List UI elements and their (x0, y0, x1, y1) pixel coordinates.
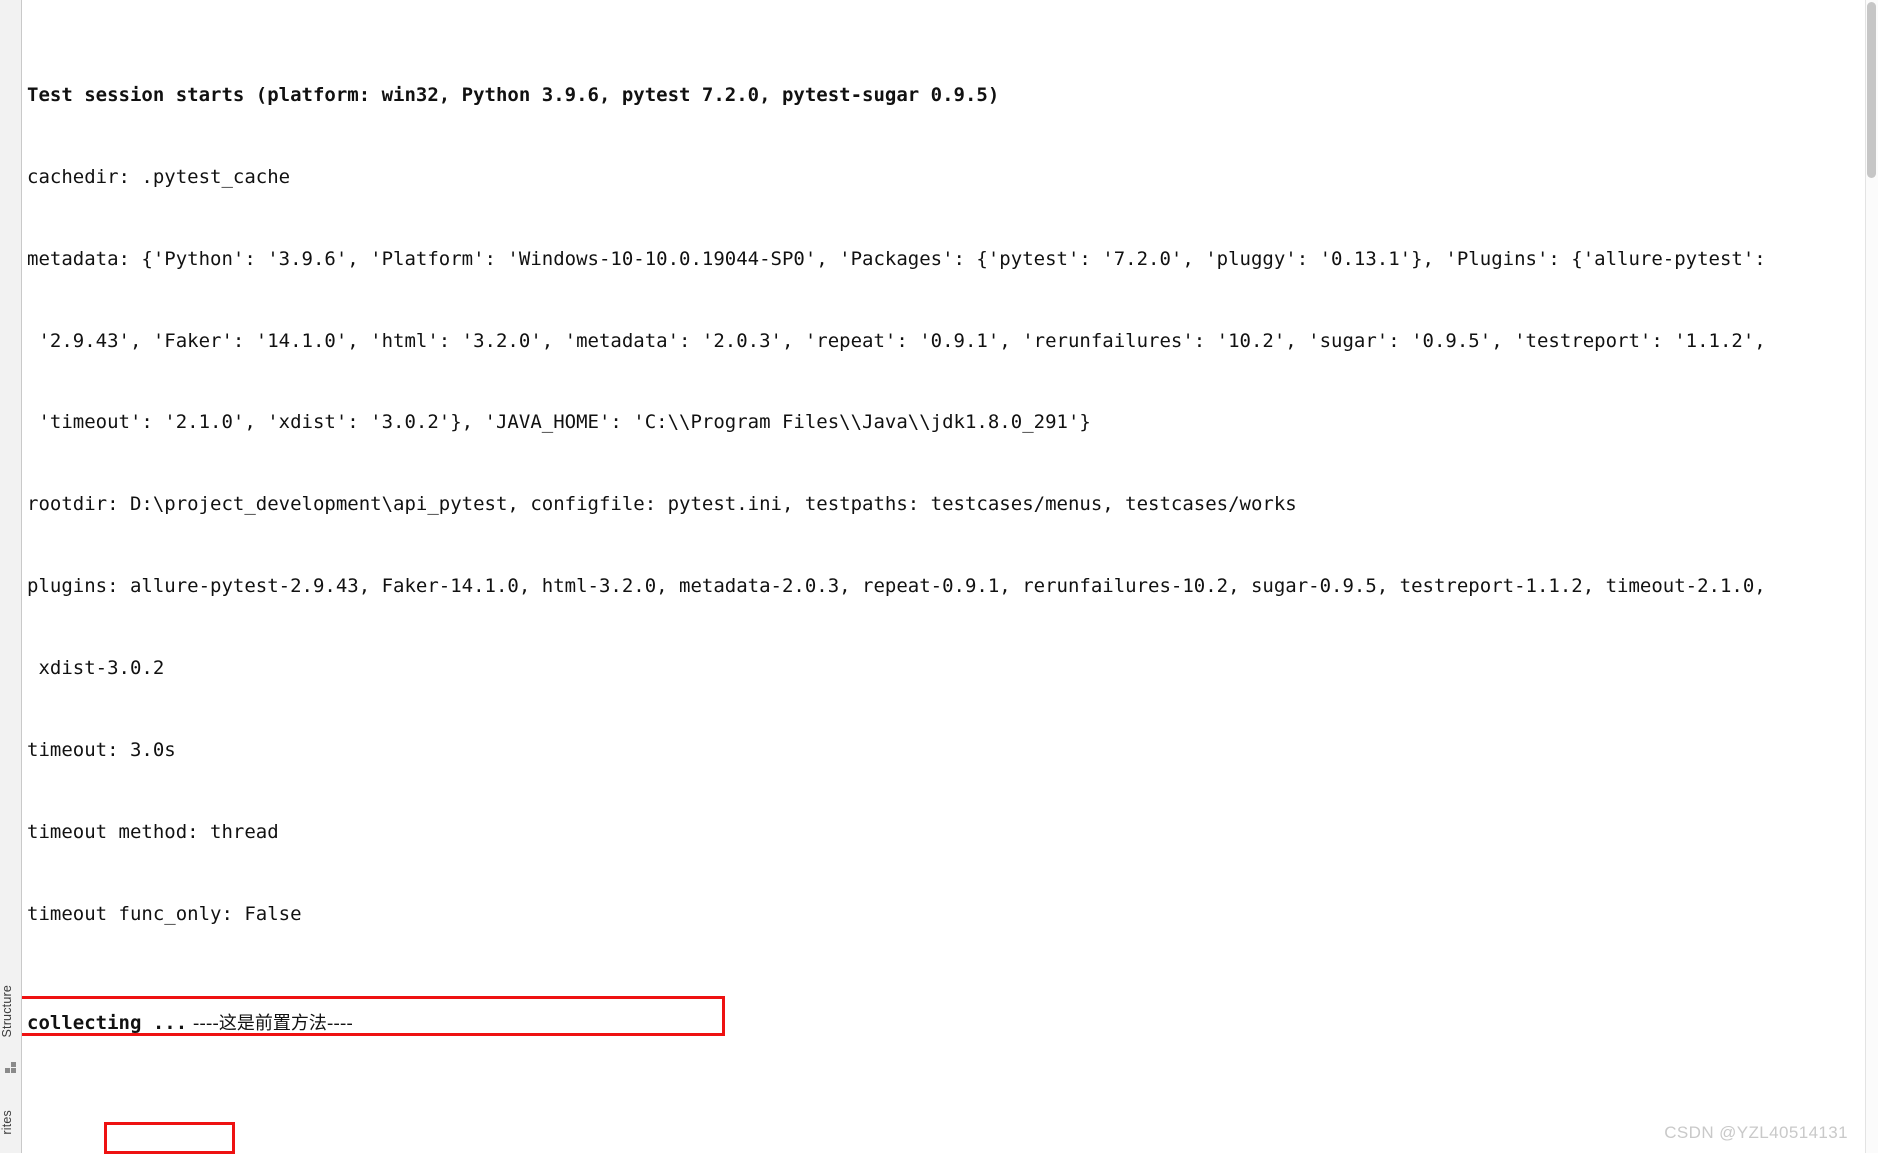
console-line-session-start: Test session starts (platform: win32, Py… (23, 82, 1875, 109)
pytest-console-output: Test session starts (platform: win32, Py… (23, 0, 1875, 1153)
scrollbar-thumb[interactable] (1867, 2, 1876, 178)
console-line-rootdir: rootdir: D:\project_development\api_pyte… (23, 491, 1875, 518)
cachedir-text: cachedir: .pytest_cache (27, 165, 291, 188)
setup-fixture-note: ----这是前置方法---- (187, 1012, 353, 1034)
console-line-timeout-method: timeout method: thread (23, 819, 1875, 846)
console-blank-1 (23, 1119, 1875, 1146)
console-line-cachedir: cachedir: .pytest_cache (23, 164, 1875, 191)
console-line-plugins-2: xdist-3.0.2 (23, 655, 1875, 682)
timeout-method-text: timeout method: thread (27, 820, 279, 843)
collecting-label: collecting ... (27, 1011, 188, 1034)
metadata-text-2: '2.9.43', 'Faker': '14.1.0', 'html': '3.… (27, 329, 1766, 352)
session-start-text: Test session starts (platform: win32, Py… (27, 83, 1000, 106)
console-scrollbar[interactable] (1865, 0, 1878, 1153)
metadata-text-3: 'timeout': '2.1.0', 'xdist': '3.0.2'}, '… (27, 411, 1091, 434)
timeout-funconly-text: timeout func_only: False (27, 902, 302, 925)
tool-window-button-favorites[interactable]: rites (0, 1110, 22, 1135)
console-line-timeout-funconly: timeout func_only: False (23, 901, 1875, 928)
tool-window-button-structure[interactable]: Structure (0, 985, 22, 1038)
ide-left-tool-gutter: Structure rites (0, 0, 22, 1153)
console-line-plugins-1: plugins: allure-pytest-2.9.43, Faker-14.… (23, 573, 1875, 600)
console-line-metadata-3: 'timeout': '2.1.0', 'xdist': '3.0.2'}, '… (23, 409, 1875, 436)
plugins-text-1: plugins: allure-pytest-2.9.43, Faker-14.… (27, 575, 1766, 598)
console-line-collecting: collecting ... ----这是前置方法---- (23, 1010, 1875, 1037)
console-line-timeout: timeout: 3.0s (23, 737, 1875, 764)
plugins-text-2: xdist-3.0.2 (27, 657, 165, 680)
rootdir-text: rootdir: D:\project_development\api_pyte… (27, 493, 1297, 516)
metadata-text-1: metadata: {'Python': '3.9.6', 'Platform'… (27, 247, 1766, 270)
console-line-metadata-2: '2.9.43', 'Faker': '14.1.0', 'html': '3.… (23, 328, 1875, 355)
timeout-text: timeout: 3.0s (27, 739, 176, 762)
csdn-watermark: CSDN @YZL40514131 (1664, 1123, 1848, 1142)
structure-icon (5, 1062, 17, 1074)
console-line-metadata-1: metadata: {'Python': '3.9.6', 'Platform'… (23, 246, 1875, 273)
